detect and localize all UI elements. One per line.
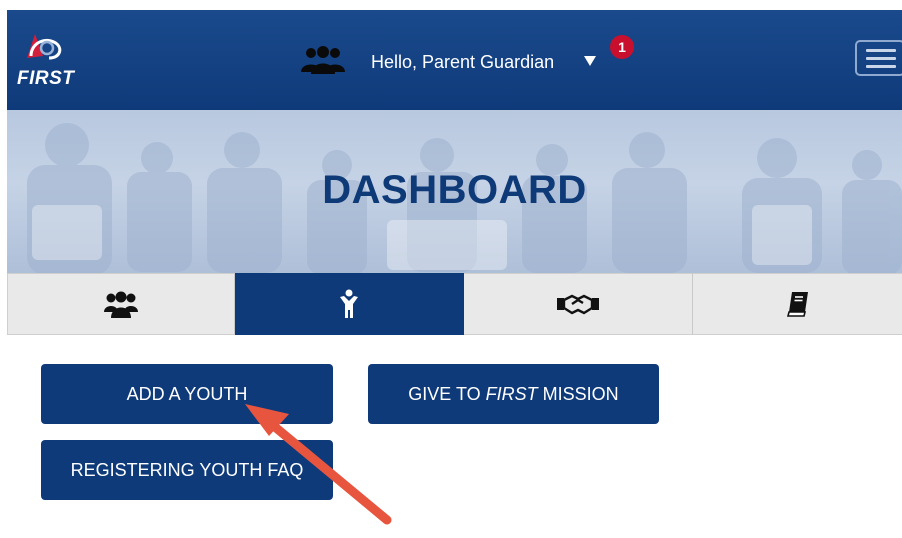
give-label-emphasis: FIRST — [485, 383, 538, 404]
handshake-icon — [557, 294, 599, 315]
dashboard-tabs — [7, 273, 902, 335]
people-group-icon — [104, 291, 138, 318]
users-icon — [301, 46, 345, 74]
hamburger-line — [866, 49, 896, 52]
tab-resources[interactable] — [693, 273, 902, 335]
notification-badge[interactable]: 1 — [610, 35, 634, 59]
top-navigation-bar: FIRST Hello, Parent Guardian 1 — [7, 10, 902, 110]
tab-team-members[interactable] — [7, 273, 235, 335]
hamburger-line — [866, 65, 896, 68]
faq-label: REGISTERING YOUTH FAQ — [70, 459, 304, 480]
youth-person-icon — [340, 289, 358, 318]
hamburger-line — [866, 57, 896, 60]
logo-text: FIRST — [17, 68, 75, 89]
tab-partners[interactable] — [464, 273, 693, 335]
user-greeting: Hello, Parent Guardian — [371, 52, 555, 72]
registering-youth-faq-button[interactable]: REGISTERING YOUTH FAQ — [41, 440, 333, 500]
first-logo[interactable]: FIRST — [13, 28, 89, 89]
give-label-suffix: MISSION — [537, 383, 619, 404]
give-mission-button[interactable]: GIVE TO FIRST MISSION — [368, 364, 659, 424]
dashboard-banner: DASHBOARD — [7, 110, 902, 273]
give-label-prefix: GIVE TO — [408, 383, 486, 404]
add-youth-button[interactable]: ADD A YOUTH — [41, 364, 333, 424]
book-icon — [786, 292, 808, 317]
page: FIRST Hello, Parent Guardian 1 DASHBOARD… — [7, 10, 902, 538]
chevron-down-icon — [584, 56, 596, 66]
hamburger-menu-button[interactable] — [855, 40, 902, 76]
tab-youth[interactable] — [235, 273, 464, 335]
user-menu[interactable]: Hello, Parent Guardian — [297, 40, 637, 80]
page-title: DASHBOARD — [322, 168, 587, 212]
add-youth-label: ADD A YOUTH — [126, 383, 248, 404]
